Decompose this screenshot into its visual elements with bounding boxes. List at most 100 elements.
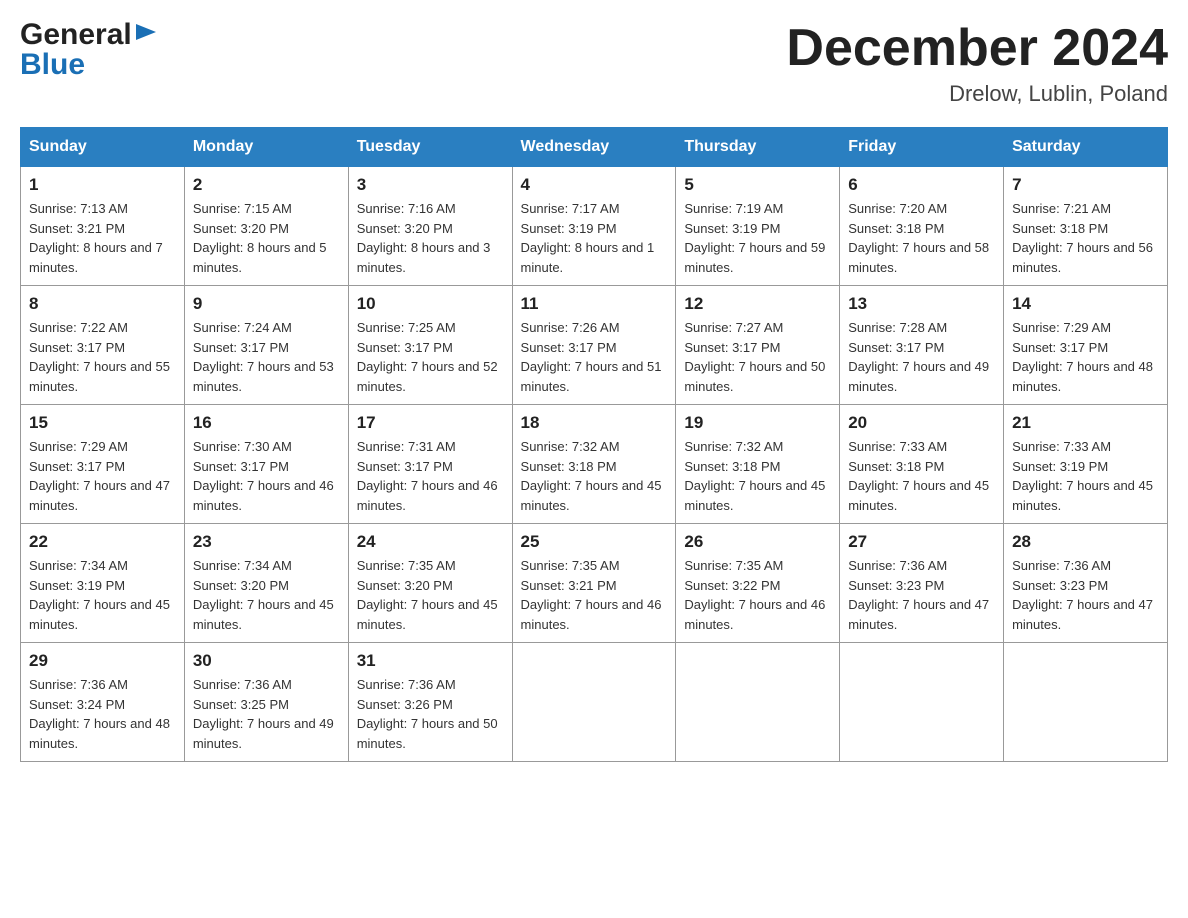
day-number: 30 <box>193 651 340 671</box>
day-number: 9 <box>193 294 340 314</box>
day-info: Sunrise: 7:24 AMSunset: 3:17 PMDaylight:… <box>193 318 340 396</box>
day-number: 21 <box>1012 413 1159 433</box>
logo-flag-icon <box>134 22 160 48</box>
calendar-week-row: 1 Sunrise: 7:13 AMSunset: 3:21 PMDayligh… <box>21 167 1168 286</box>
table-row: 20 Sunrise: 7:33 AMSunset: 3:18 PMDaylig… <box>840 405 1004 524</box>
day-info: Sunrise: 7:29 AMSunset: 3:17 PMDaylight:… <box>1012 318 1159 396</box>
table-row: 12 Sunrise: 7:27 AMSunset: 3:17 PMDaylig… <box>676 286 840 405</box>
calendar-week-row: 8 Sunrise: 7:22 AMSunset: 3:17 PMDayligh… <box>21 286 1168 405</box>
table-row: 21 Sunrise: 7:33 AMSunset: 3:19 PMDaylig… <box>1004 405 1168 524</box>
day-info: Sunrise: 7:34 AMSunset: 3:19 PMDaylight:… <box>29 556 176 634</box>
day-number: 19 <box>684 413 831 433</box>
table-row: 9 Sunrise: 7:24 AMSunset: 3:17 PMDayligh… <box>184 286 348 405</box>
table-row: 28 Sunrise: 7:36 AMSunset: 3:23 PMDaylig… <box>1004 524 1168 643</box>
table-row <box>1004 643 1168 762</box>
location-title: Drelow, Lublin, Poland <box>786 81 1168 107</box>
day-info: Sunrise: 7:36 AMSunset: 3:26 PMDaylight:… <box>357 675 504 753</box>
day-number: 3 <box>357 175 504 195</box>
day-info: Sunrise: 7:20 AMSunset: 3:18 PMDaylight:… <box>848 199 995 277</box>
title-area: December 2024 Drelow, Lublin, Poland <box>786 20 1168 107</box>
table-row <box>676 643 840 762</box>
table-row: 15 Sunrise: 7:29 AMSunset: 3:17 PMDaylig… <box>21 405 185 524</box>
day-number: 13 <box>848 294 995 314</box>
day-info: Sunrise: 7:36 AMSunset: 3:23 PMDaylight:… <box>848 556 995 634</box>
day-info: Sunrise: 7:13 AMSunset: 3:21 PMDaylight:… <box>29 199 176 277</box>
table-row: 10 Sunrise: 7:25 AMSunset: 3:17 PMDaylig… <box>348 286 512 405</box>
day-number: 4 <box>521 175 668 195</box>
table-row: 30 Sunrise: 7:36 AMSunset: 3:25 PMDaylig… <box>184 643 348 762</box>
day-info: Sunrise: 7:26 AMSunset: 3:17 PMDaylight:… <box>521 318 668 396</box>
table-row: 4 Sunrise: 7:17 AMSunset: 3:19 PMDayligh… <box>512 167 676 286</box>
calendar-week-row: 22 Sunrise: 7:34 AMSunset: 3:19 PMDaylig… <box>21 524 1168 643</box>
day-number: 25 <box>521 532 668 552</box>
day-info: Sunrise: 7:34 AMSunset: 3:20 PMDaylight:… <box>193 556 340 634</box>
col-thursday: Thursday <box>676 128 840 167</box>
day-number: 10 <box>357 294 504 314</box>
day-info: Sunrise: 7:33 AMSunset: 3:18 PMDaylight:… <box>848 437 995 515</box>
day-info: Sunrise: 7:16 AMSunset: 3:20 PMDaylight:… <box>357 199 504 277</box>
day-info: Sunrise: 7:35 AMSunset: 3:21 PMDaylight:… <box>521 556 668 634</box>
table-row <box>512 643 676 762</box>
day-info: Sunrise: 7:35 AMSunset: 3:22 PMDaylight:… <box>684 556 831 634</box>
logo: General Blue <box>20 20 160 80</box>
day-info: Sunrise: 7:36 AMSunset: 3:23 PMDaylight:… <box>1012 556 1159 634</box>
table-row: 19 Sunrise: 7:32 AMSunset: 3:18 PMDaylig… <box>676 405 840 524</box>
calendar-header-row: Sunday Monday Tuesday Wednesday Thursday… <box>21 128 1168 167</box>
table-row: 13 Sunrise: 7:28 AMSunset: 3:17 PMDaylig… <box>840 286 1004 405</box>
table-row: 22 Sunrise: 7:34 AMSunset: 3:19 PMDaylig… <box>21 524 185 643</box>
day-info: Sunrise: 7:36 AMSunset: 3:24 PMDaylight:… <box>29 675 176 753</box>
table-row: 6 Sunrise: 7:20 AMSunset: 3:18 PMDayligh… <box>840 167 1004 286</box>
day-number: 16 <box>193 413 340 433</box>
day-number: 12 <box>684 294 831 314</box>
table-row: 29 Sunrise: 7:36 AMSunset: 3:24 PMDaylig… <box>21 643 185 762</box>
table-row: 24 Sunrise: 7:35 AMSunset: 3:20 PMDaylig… <box>348 524 512 643</box>
table-row: 14 Sunrise: 7:29 AMSunset: 3:17 PMDaylig… <box>1004 286 1168 405</box>
day-info: Sunrise: 7:25 AMSunset: 3:17 PMDaylight:… <box>357 318 504 396</box>
day-number: 28 <box>1012 532 1159 552</box>
calendar-table: Sunday Monday Tuesday Wednesday Thursday… <box>20 127 1168 762</box>
day-number: 5 <box>684 175 831 195</box>
day-number: 29 <box>29 651 176 671</box>
day-number: 20 <box>848 413 995 433</box>
table-row: 25 Sunrise: 7:35 AMSunset: 3:21 PMDaylig… <box>512 524 676 643</box>
table-row <box>840 643 1004 762</box>
table-row: 7 Sunrise: 7:21 AMSunset: 3:18 PMDayligh… <box>1004 167 1168 286</box>
day-info: Sunrise: 7:31 AMSunset: 3:17 PMDaylight:… <box>357 437 504 515</box>
table-row: 11 Sunrise: 7:26 AMSunset: 3:17 PMDaylig… <box>512 286 676 405</box>
day-number: 18 <box>521 413 668 433</box>
day-number: 31 <box>357 651 504 671</box>
day-info: Sunrise: 7:32 AMSunset: 3:18 PMDaylight:… <box>684 437 831 515</box>
day-number: 11 <box>521 294 668 314</box>
table-row: 23 Sunrise: 7:34 AMSunset: 3:20 PMDaylig… <box>184 524 348 643</box>
col-sunday: Sunday <box>21 128 185 167</box>
day-number: 8 <box>29 294 176 314</box>
day-info: Sunrise: 7:15 AMSunset: 3:20 PMDaylight:… <box>193 199 340 277</box>
page-header: General Blue December 2024 Drelow, Lubli… <box>20 20 1168 107</box>
day-info: Sunrise: 7:36 AMSunset: 3:25 PMDaylight:… <box>193 675 340 753</box>
logo-general-text: General <box>20 20 132 50</box>
day-number: 1 <box>29 175 176 195</box>
day-info: Sunrise: 7:33 AMSunset: 3:19 PMDaylight:… <box>1012 437 1159 515</box>
col-wednesday: Wednesday <box>512 128 676 167</box>
day-number: 22 <box>29 532 176 552</box>
day-number: 23 <box>193 532 340 552</box>
col-monday: Monday <box>184 128 348 167</box>
day-number: 26 <box>684 532 831 552</box>
day-info: Sunrise: 7:22 AMSunset: 3:17 PMDaylight:… <box>29 318 176 396</box>
col-saturday: Saturday <box>1004 128 1168 167</box>
month-title: December 2024 <box>786 20 1168 77</box>
table-row: 31 Sunrise: 7:36 AMSunset: 3:26 PMDaylig… <box>348 643 512 762</box>
col-friday: Friday <box>840 128 1004 167</box>
day-number: 6 <box>848 175 995 195</box>
day-info: Sunrise: 7:32 AMSunset: 3:18 PMDaylight:… <box>521 437 668 515</box>
table-row: 3 Sunrise: 7:16 AMSunset: 3:20 PMDayligh… <box>348 167 512 286</box>
day-number: 15 <box>29 413 176 433</box>
table-row: 1 Sunrise: 7:13 AMSunset: 3:21 PMDayligh… <box>21 167 185 286</box>
day-number: 2 <box>193 175 340 195</box>
calendar-week-row: 29 Sunrise: 7:36 AMSunset: 3:24 PMDaylig… <box>21 643 1168 762</box>
col-tuesday: Tuesday <box>348 128 512 167</box>
calendar-week-row: 15 Sunrise: 7:29 AMSunset: 3:17 PMDaylig… <box>21 405 1168 524</box>
table-row: 8 Sunrise: 7:22 AMSunset: 3:17 PMDayligh… <box>21 286 185 405</box>
day-info: Sunrise: 7:19 AMSunset: 3:19 PMDaylight:… <box>684 199 831 277</box>
day-number: 24 <box>357 532 504 552</box>
